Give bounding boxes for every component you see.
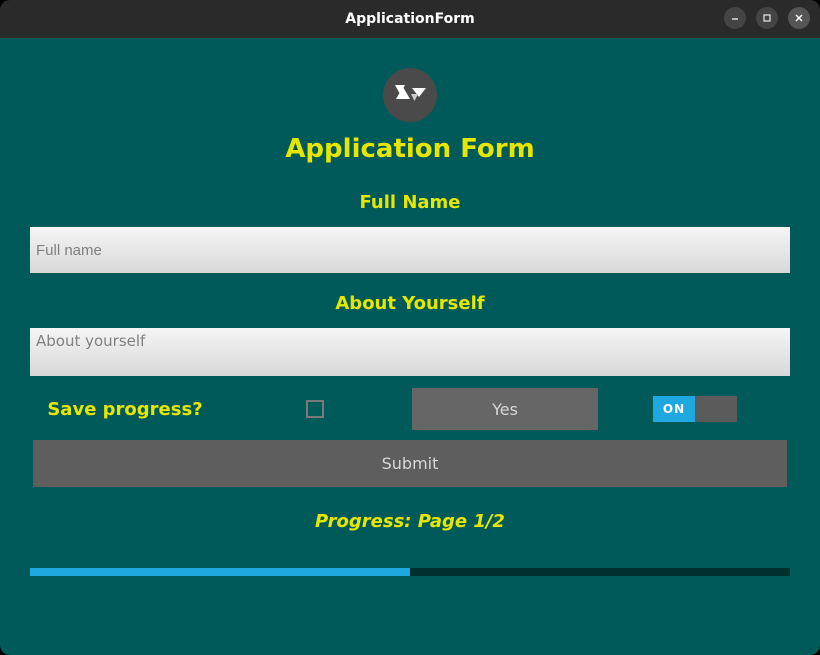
fullname-label: Full Name: [360, 192, 461, 213]
yes-button[interactable]: Yes: [412, 388, 598, 430]
switch-on-label: ON: [653, 396, 695, 422]
save-progress-checkbox[interactable]: [306, 400, 324, 418]
app-window: ApplicationForm Application Form Full Na…: [0, 0, 820, 655]
titlebar: ApplicationForm: [0, 0, 820, 38]
about-input[interactable]: [30, 328, 790, 376]
about-label: About Yourself: [335, 293, 484, 314]
window-title: ApplicationForm: [345, 11, 474, 27]
window-controls: [724, 7, 810, 29]
progress-bar: [30, 568, 790, 576]
submit-button-label: Submit: [382, 454, 439, 473]
progress-label: Progress: Page 1/2: [315, 511, 505, 532]
yes-button-label: Yes: [492, 400, 518, 419]
app-logo-icon: [383, 68, 437, 122]
fullname-input[interactable]: [30, 227, 790, 273]
submit-button[interactable]: Submit: [33, 440, 787, 487]
save-progress-label: Save progress?: [47, 399, 202, 420]
minimize-button[interactable]: [724, 7, 746, 29]
maximize-button[interactable]: [756, 7, 778, 29]
save-switch[interactable]: ON: [653, 396, 737, 422]
close-button[interactable]: [788, 7, 810, 29]
page-title: Application Form: [285, 134, 534, 164]
content-area: Application Form Full Name About Yoursel…: [0, 38, 820, 655]
options-row: Save progress? Yes ON: [30, 388, 790, 430]
progress-fill: [30, 568, 410, 576]
